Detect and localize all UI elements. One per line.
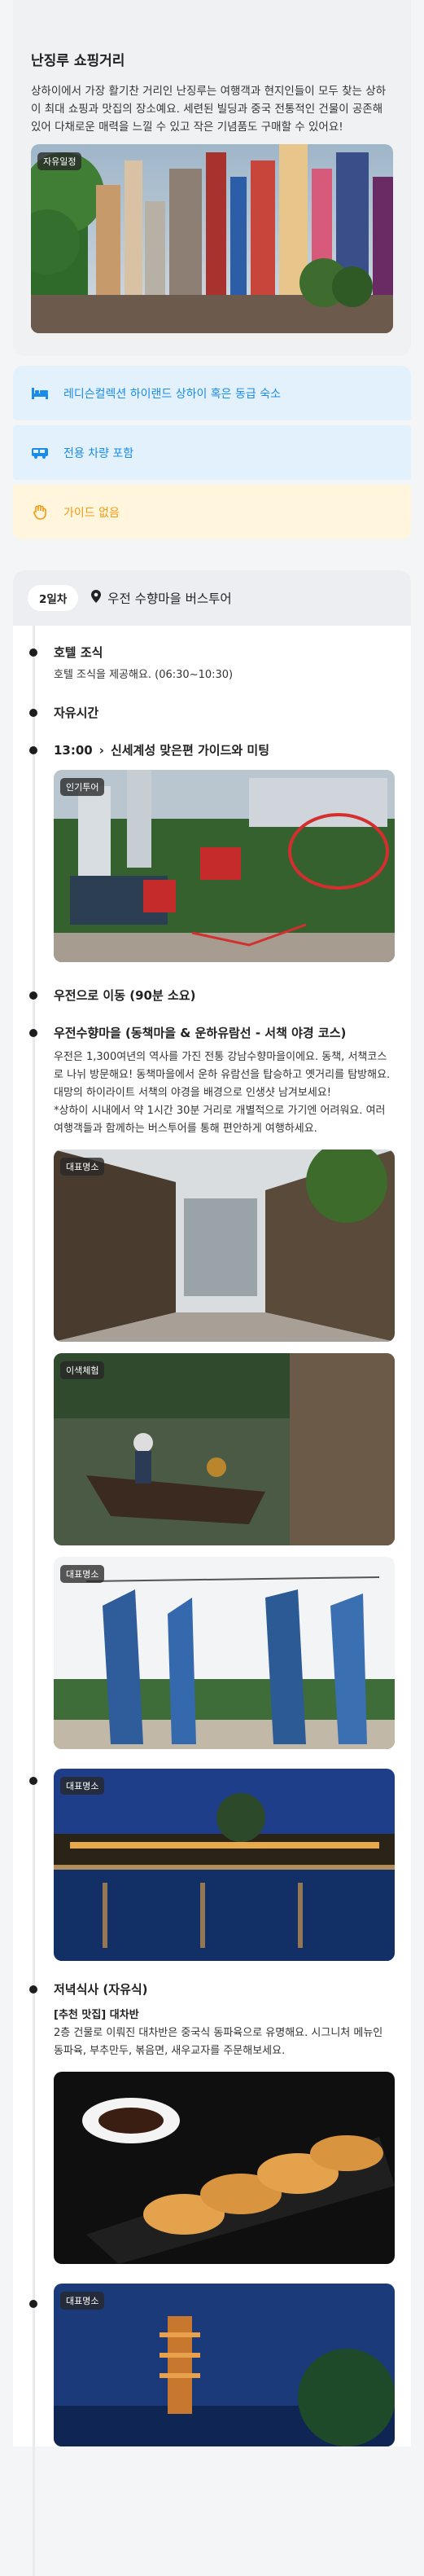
pagoda-image (54, 2284, 395, 2446)
pagoda-photo: 대표명소 (54, 2284, 395, 2446)
timeline-item-breakfast: 호텔 조식 호텔 조식을 제공해요. (06:30~10:30) (29, 644, 395, 684)
dinner-recommend: [추천 맛집] 대차반 (54, 2009, 139, 2021)
item-subtitle: 호텔 조식을 제공해요. (06:30~10:30) (54, 669, 234, 681)
timeline-item-meet: 13:00 › 신세계성 맞은편 가이드와 미팅 인기투어 (29, 741, 395, 962)
night-view-image (54, 1769, 395, 1961)
spot-description: 상하이에서 가장 활기찬 거리인 난징루는 여행객과 현지인들이 모두 찾는 상… (31, 85, 387, 134)
timeline-item-pagoda: 대표명소 (29, 2284, 395, 2446)
meet-title: 13:00 › 신세계성 맞은편 가이드와 미팅 (54, 741, 395, 758)
day2-header[interactable]: 2일차 우전 수향마을 버스투어 (13, 570, 411, 626)
timeline-dot (29, 1777, 37, 1785)
car-info: 전용 차량 포함 (13, 425, 411, 480)
village-photo-1: 대표명소 (54, 1150, 395, 1342)
spot-card: 난징루 쇼핑거리 상하이에서 가장 활기찬 거리인 난징루는 여행객과 현지인들… (13, 0, 411, 356)
timeline-dot (29, 1985, 37, 1994)
car-text: 전용 차량 포함 (63, 446, 134, 460)
photo-tag: 대표명소 (60, 1158, 105, 1176)
item-title: 우전으로 이동 (90분 소요) (54, 988, 196, 1003)
meet-time: 13:00 (54, 742, 93, 758)
hotel-info: 레디슨컬렉션 하이랜드 상하이 혹은 동급 숙소 (13, 366, 411, 420)
meet-photo: 인기투어 (54, 770, 395, 962)
item-title: 저녁식사 (자유식) (54, 1982, 148, 1997)
nanjing-road-image (31, 144, 393, 333)
info-list: 레디슨컬렉션 하이랜드 상하이 혹은 동급 숙소 전용 차량 포함 가이드 없음 (13, 366, 411, 539)
day-title-text: 우전 수향마을 버스투어 (107, 591, 232, 606)
dinner-photo (54, 2072, 395, 2264)
item-title: 우전수향마을 (동책마을 & 운하유람선 - 서책 야경 코스) (54, 1026, 347, 1040)
hand-icon (31, 504, 49, 520)
dumpling-image (54, 2072, 395, 2264)
village-description: 우전은 1,300여년의 역사를 가진 전통 강남수향마을이에요. 동책, 서책… (54, 1051, 391, 1099)
day-pill: 2일차 (28, 585, 79, 611)
village-photo-2: 이색체험 (54, 1353, 395, 1545)
chevron-right-icon: › (98, 742, 104, 758)
art-installation-image (54, 1557, 395, 1749)
bed-icon (31, 386, 49, 401)
timeline-item-dinner: 저녁식사 (자유식) [추천 맛집] 대차반 2층 건물로 이뤄진 대차반은 중… (29, 1980, 395, 2264)
village-photo-3: 대표명소 (54, 1557, 395, 1749)
photo-tag: 대표명소 (60, 1565, 105, 1583)
boat-image (54, 1353, 395, 1545)
timeline-item-village: 우전수향마을 (동책마을 & 운하유람선 - 서책 야경 코스) 우전은 1,3… (29, 1024, 395, 1749)
village-street-image (54, 1150, 395, 1342)
photo-tag: 자유일정 (37, 152, 82, 170)
item-title: 자유시간 (54, 706, 99, 720)
day-title: 우전 수향마을 버스투어 (91, 589, 232, 607)
nanjing-road-photo: 자유일정 (31, 144, 393, 333)
timeline-item-move: 우전으로 이동 (90분 소요) (29, 987, 395, 1004)
spot-title: 난징루 쇼핑거리 (31, 53, 125, 69)
timeline-line (33, 626, 35, 2576)
day2-timeline: 호텔 조식 호텔 조식을 제공해요. (06:30~10:30) 자유시간 13… (13, 626, 411, 2576)
item-title: 호텔 조식 (54, 645, 103, 660)
timeline-dot (29, 746, 37, 754)
timeline-dot (29, 709, 37, 717)
hotel-text: 레디슨컬렉션 하이랜드 상하이 혹은 동급 숙소 (63, 387, 281, 401)
timeline-dot (29, 1029, 37, 1037)
night-view-photo: 대표명소 (54, 1769, 395, 1961)
village-note: *상하이 시내에서 약 1시간 30분 거리로 개별적으로 가기엔 어려워요. … (54, 1105, 386, 1135)
timeline-item-night-view: 대표명소 (29, 1769, 395, 1961)
photo-tag: 인기투어 (60, 778, 105, 796)
timeline-dot (29, 2300, 37, 2308)
photo-tag: 대표명소 (60, 1777, 105, 1795)
day2-card: 2일차 우전 수향마을 버스투어 호텔 조식 호텔 조식을 제공해요. (06:… (13, 570, 411, 2576)
timeline-dot (29, 991, 37, 1000)
dinner-description: 2층 건물로 이뤄진 대차반은 중국식 동파육으로 유명해요. 시그니처 메뉴인… (54, 2027, 383, 2057)
meet-image (54, 770, 395, 962)
timeline-item-free-time: 자유시간 (29, 704, 395, 722)
photo-tag: 대표명소 (60, 2292, 105, 2310)
bus-icon (31, 446, 49, 460)
photo-tag: 이색체험 (60, 1361, 105, 1379)
guide-info: 가이드 없음 (13, 485, 411, 539)
meet-text: 신세계성 맞은편 가이드와 미팅 (110, 743, 270, 758)
location-pin-icon (91, 590, 102, 606)
guide-text: 가이드 없음 (63, 506, 120, 520)
timeline-dot (29, 648, 37, 657)
